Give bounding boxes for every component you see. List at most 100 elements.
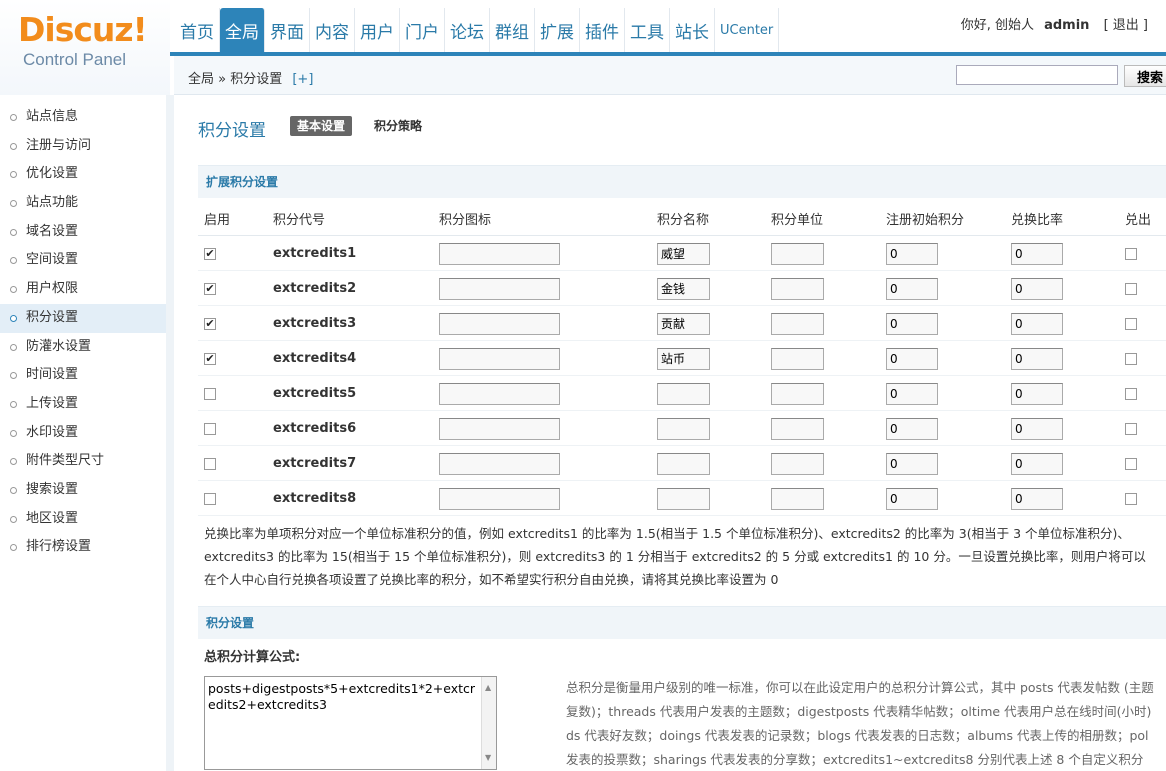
exchange-out-checkbox[interactable] [1125,387,1137,400]
exchange-ratio-input[interactable] [1011,277,1063,300]
tab-credit-strategy[interactable]: 积分策略 [374,116,422,136]
initial-credit-input[interactable] [886,277,938,300]
enable-checkbox[interactable]: ✔ [204,352,216,365]
enable-checkbox[interactable]: ✔ [204,317,216,330]
nav-item[interactable]: 插件 [580,8,625,52]
nav-item[interactable]: 门户 [400,8,445,52]
initial-credit-input[interactable] [886,347,938,370]
initial-credit-input[interactable] [886,452,938,475]
sidebar-item[interactable]: 附件类型尺寸 [0,447,166,476]
username-link[interactable]: admin [1044,18,1089,33]
sidebar-item[interactable]: 优化设置 [0,160,166,189]
sidebar-item[interactable]: 地区设置 [0,505,166,534]
formula-textarea[interactable]: posts+digestposts*5+extcredits1*2+extcre… [204,676,497,770]
credit-unit-input[interactable] [771,277,824,300]
nav-item[interactable]: 用户 [355,8,400,52]
nav-item[interactable]: 论坛 [445,8,490,52]
exchange-out-checkbox[interactable] [1125,247,1137,260]
exchange-out-checkbox[interactable] [1125,422,1137,435]
nav-item[interactable]: 扩展 [535,8,580,52]
credit-icon-input[interactable] [439,277,560,300]
exchange-out-checkbox[interactable] [1125,352,1137,365]
exchange-out-checkbox[interactable] [1125,457,1137,470]
credit-name-input[interactable] [657,347,710,370]
sidebar-item[interactable]: 上传设置 [0,390,166,419]
enable-checkbox[interactable]: ✔ [204,282,216,295]
credit-name-input[interactable] [657,452,710,475]
add-shortcut-link[interactable]: [+] [292,72,313,87]
credit-icon-input[interactable] [439,452,560,475]
logout-link[interactable]: [ 退出 ] [1104,18,1148,33]
exchange-ratio-input[interactable] [1011,312,1063,335]
sidebar-item[interactable]: 防灌水设置 [0,333,166,362]
exchange-ratio-input[interactable] [1011,347,1063,370]
credit-unit-input[interactable] [771,382,824,405]
nav-item[interactable]: 工具 [625,8,670,52]
initial-credit-input[interactable] [886,382,938,405]
initial-credit-input[interactable] [886,242,938,265]
credit-unit-input[interactable] [771,417,824,440]
nav-item[interactable]: 站长 [670,8,715,52]
enable-checkbox[interactable] [204,457,216,470]
sidebar-item-label: 域名设置 [26,223,79,239]
enable-checkbox[interactable]: ✔ [204,247,216,260]
credit-unit-input[interactable] [771,312,824,335]
sidebar-item[interactable]: 域名设置 [0,218,166,247]
credit-icon-input[interactable] [439,417,560,440]
sidebar-item[interactable]: 积分设置 [0,303,166,333]
exchange-ratio-input[interactable] [1011,452,1063,475]
sidebar-item[interactable]: 搜索设置 [0,476,166,505]
nav-item[interactable]: 内容 [310,8,355,52]
scroll-down-icon[interactable]: ▼ [485,750,491,766]
credit-unit-input[interactable] [771,242,824,265]
sidebar-item[interactable]: 水印设置 [0,419,166,448]
nav-item[interactable]: 界面 [265,8,310,52]
credit-name-input[interactable] [657,312,710,335]
logo[interactable]: Discuz! Control Panel [0,0,170,95]
scroll-up-icon[interactable]: ▲ [485,680,491,696]
credit-name-input[interactable] [657,417,710,440]
nav-item[interactable]: 首页 [175,8,220,52]
credit-name-input[interactable] [657,382,710,405]
enable-checkbox[interactable] [204,387,216,400]
sidebar-item[interactable]: 站点信息 [0,103,166,132]
sidebar-item[interactable]: 站点功能 [0,189,166,218]
tab-basic-settings[interactable]: 基本设置 [290,116,353,136]
enable-checkbox[interactable] [204,422,216,435]
exchange-out-checkbox[interactable] [1125,492,1137,505]
sidebar-item[interactable]: 注册与访问 [0,132,166,161]
credit-name-input[interactable] [657,277,710,300]
initial-credit-input[interactable] [886,312,938,335]
exchange-ratio-input[interactable] [1011,487,1063,510]
exchange-ratio-input[interactable] [1011,382,1063,405]
nav-item[interactable]: UCenter [715,8,780,52]
sidebar-item[interactable]: 排行榜设置 [0,533,166,562]
search-button[interactable]: 搜索 [1124,65,1166,87]
sidebar-item[interactable]: 时间设置 [0,361,166,390]
credit-icon-input[interactable] [439,242,560,265]
credit-name-input[interactable] [657,487,710,510]
credit-icon-input[interactable] [439,347,560,370]
credit-unit-input[interactable] [771,452,824,475]
exchange-out-checkbox[interactable] [1125,317,1137,330]
credit-name-input[interactable] [657,242,710,265]
sidebar-item[interactable]: 空间设置 [0,246,166,275]
top-nav: 首页 全局 界面 内容 用户 门户 论坛 群组 扩展 插件 工具 站长 UCenter [175,8,780,52]
nav-item[interactable]: 群组 [490,8,535,52]
formula-scrollbar[interactable]: ▲ ▼ [481,677,496,769]
search-input[interactable] [956,65,1118,85]
credit-icon-input[interactable] [439,382,560,405]
enable-checkbox[interactable] [204,492,216,505]
exchange-ratio-input[interactable] [1011,417,1063,440]
credit-icon-input[interactable] [439,312,560,335]
credit-unit-input[interactable] [771,347,824,370]
exchange-ratio-input[interactable] [1011,242,1063,265]
initial-credit-input[interactable] [886,417,938,440]
credit-icon-input[interactable] [439,487,560,510]
nav-item[interactable]: 全局 [220,8,265,52]
sidebar-item[interactable]: 用户权限 [0,275,166,304]
initial-credit-input[interactable] [886,487,938,510]
bullet-icon [10,343,17,351]
exchange-out-checkbox[interactable] [1125,282,1137,295]
credit-unit-input[interactable] [771,487,824,510]
